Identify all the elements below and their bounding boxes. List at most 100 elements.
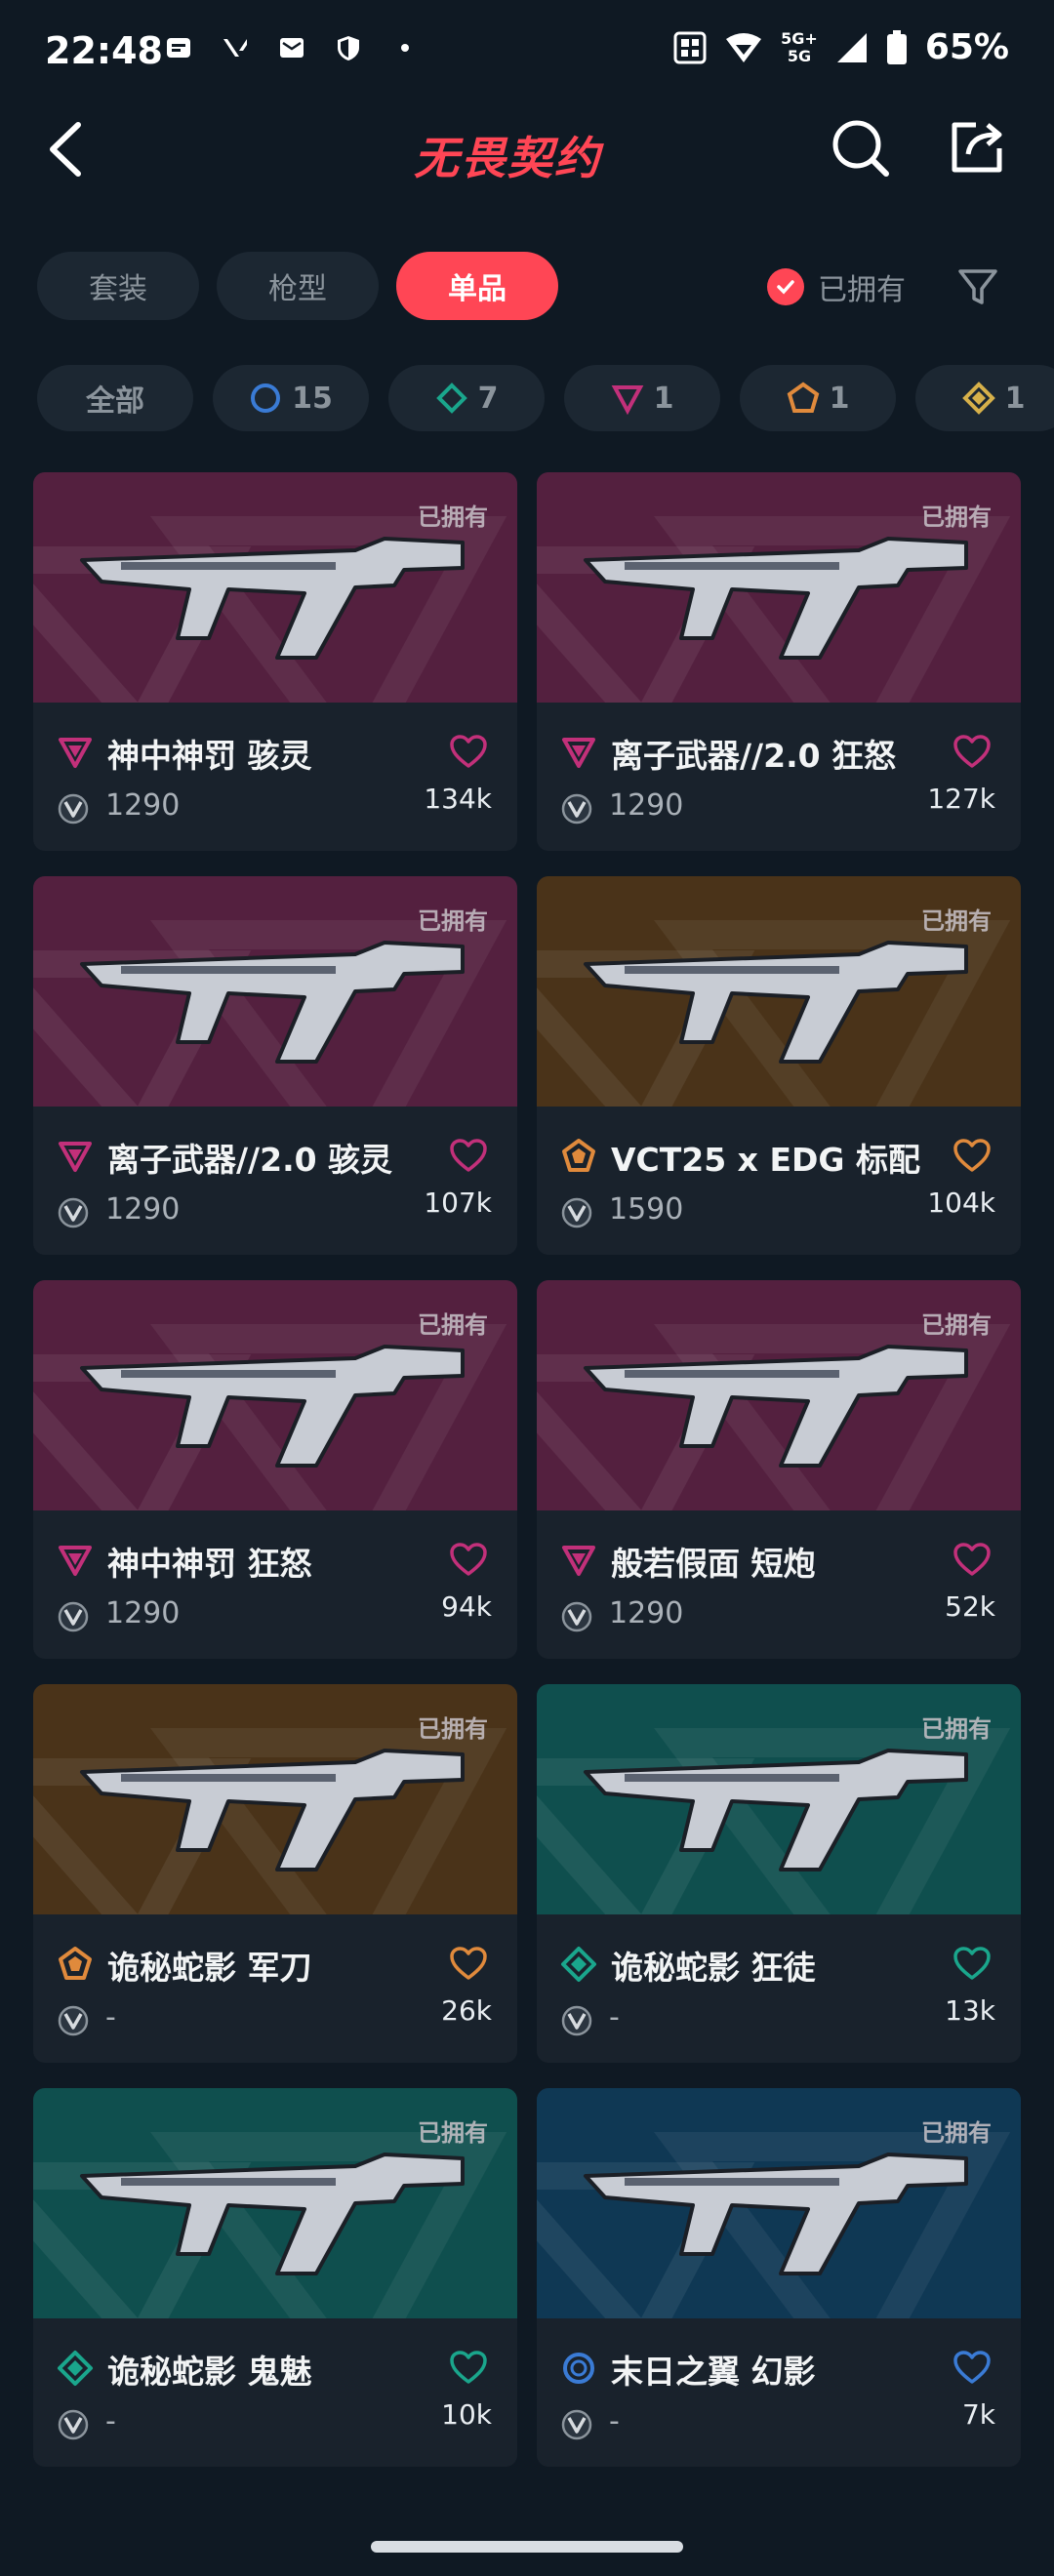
owned-badge: 已拥有 xyxy=(418,1715,488,1743)
skin-name: 般若假面 短炮 xyxy=(611,1545,816,1583)
heart-icon[interactable] xyxy=(449,1542,488,1577)
rarity-icon xyxy=(59,738,92,768)
skin-card[interactable]: 已拥有 神中神罚 狂怒 1290 94k xyxy=(33,1280,517,1659)
rarity-filter-chips: 全部 15 7 1 1 1 xyxy=(37,365,1054,431)
skin-card[interactable]: 已拥有 神中神罚 骇灵 1290 134k xyxy=(33,472,517,851)
heart-icon[interactable] xyxy=(449,1138,488,1173)
skin-name: 神中神罚 骇灵 xyxy=(107,737,312,775)
heart-icon[interactable] xyxy=(953,1138,992,1173)
chip-all[interactable]: 全部 xyxy=(37,365,193,431)
skin-info: 诡秘蛇影 鬼魅 - 10k xyxy=(33,2318,517,2467)
skin-card[interactable]: 已拥有 般若假面 短炮 1290 52k xyxy=(537,1280,1021,1659)
skin-card[interactable]: 已拥有 诡秘蛇影 鬼魅 - 10k xyxy=(33,2088,517,2467)
status-right: 5G+ 5G 65% xyxy=(673,27,1009,67)
skin-image-area: 已拥有 xyxy=(537,876,1021,1107)
heart-icon[interactable] xyxy=(953,2350,992,2385)
like-count: 26k xyxy=(441,1994,492,2027)
skin-card[interactable]: 已拥有 离子武器//2.0 骇灵 1290 107k xyxy=(33,876,517,1255)
skin-name: 神中神罚 狂怒 xyxy=(107,1545,312,1583)
owned-filter-label: 已拥有 xyxy=(818,273,906,307)
chip-deluxe[interactable]: 7 xyxy=(388,365,545,431)
message-icon xyxy=(167,38,190,58)
like-count: 94k xyxy=(441,1590,492,1623)
skin-info: 神中神罚 狂怒 1290 94k xyxy=(33,1510,517,1659)
skin-name: 诡秘蛇影 鬼魅 xyxy=(107,2353,312,2391)
check-icon xyxy=(767,268,804,305)
search-icon[interactable] xyxy=(830,117,892,180)
owned-badge: 已拥有 xyxy=(921,503,992,531)
like-count: 107k xyxy=(424,1187,492,1219)
heart-icon[interactable] xyxy=(449,1946,488,1981)
heart-icon[interactable] xyxy=(953,1542,992,1577)
skin-card[interactable]: 已拥有 末日之翼 幻影 - 7k xyxy=(537,2088,1021,2467)
skin-price: - xyxy=(105,2000,116,2034)
skin-info: 般若假面 短炮 1290 52k xyxy=(537,1510,1021,1659)
owned-badge: 已拥有 xyxy=(921,1715,992,1743)
skin-card[interactable]: 已拥有 VCT25 x EDG 标配 1590 104k xyxy=(537,876,1021,1255)
chip-select[interactable]: 15 xyxy=(213,365,369,431)
skin-card[interactable]: 已拥有 诡秘蛇影 军刀 - 26k xyxy=(33,1684,517,2063)
tab-bundles[interactable]: 套装 xyxy=(37,252,199,320)
heart-icon[interactable] xyxy=(953,1946,992,1981)
heart-icon[interactable] xyxy=(449,2350,488,2385)
skin-name: 诡秘蛇影 军刀 xyxy=(107,1949,312,1987)
skin-name: VCT25 x EDG 标配 xyxy=(611,1141,920,1179)
vp-currency-icon xyxy=(561,1197,592,1228)
skin-info: 离子武器//2.0 狂怒 1290 127k xyxy=(537,703,1021,851)
like-count: 13k xyxy=(945,1994,995,2027)
rarity-icon xyxy=(59,1142,92,1172)
chip-exclusive[interactable]: 1 xyxy=(740,365,896,431)
chip-ultra[interactable]: 1 xyxy=(915,365,1054,431)
exclusive-tier-icon xyxy=(787,382,819,413)
vp-currency-icon xyxy=(561,2005,592,2036)
skin-card[interactable]: 已拥有 诡秘蛇影 狂徒 - 13k xyxy=(537,1684,1021,2063)
chip-premium[interactable]: 1 xyxy=(564,365,720,431)
skin-price: - xyxy=(609,2404,620,2438)
owned-filter-toggle[interactable]: 已拥有 xyxy=(767,265,906,308)
rarity-icon xyxy=(562,1139,595,1172)
heart-icon[interactable] xyxy=(449,734,488,769)
premium-tier-icon xyxy=(611,385,643,415)
tab-weapon-types[interactable]: 枪型 xyxy=(217,252,379,320)
like-count: 7k xyxy=(961,2398,995,2431)
skin-info: 神中神罚 骇灵 1290 134k xyxy=(33,703,517,851)
vp-currency-icon xyxy=(58,793,89,825)
rarity-icon xyxy=(562,1546,595,1576)
filter-icon[interactable] xyxy=(956,265,999,308)
like-count: 104k xyxy=(927,1187,995,1219)
skin-price: 1590 xyxy=(609,1192,684,1227)
skin-name: 离子武器//2.0 骇灵 xyxy=(107,1141,393,1179)
dot-icon xyxy=(401,44,409,52)
like-count: 10k xyxy=(441,2398,492,2431)
like-count: 52k xyxy=(945,1590,995,1623)
skin-image-area: 已拥有 xyxy=(33,472,517,703)
skin-name: 离子武器//2.0 狂怒 xyxy=(611,737,897,775)
tab-single-items[interactable]: 单品 xyxy=(396,252,558,320)
heart-icon[interactable] xyxy=(953,734,992,769)
owned-badge: 已拥有 xyxy=(418,2119,488,2147)
ultra-tier-icon xyxy=(961,382,995,415)
skin-image-area: 已拥有 xyxy=(33,876,517,1107)
wifi-icon xyxy=(726,32,762,62)
home-indicator[interactable] xyxy=(371,2541,683,2553)
skin-price: 1290 xyxy=(609,788,684,823)
valorant-app-icon xyxy=(223,39,247,57)
skin-info: 诡秘蛇影 军刀 - 26k xyxy=(33,1914,517,2063)
skin-image-area: 已拥有 xyxy=(33,1280,517,1510)
like-count: 127k xyxy=(927,783,995,815)
owned-badge: 已拥有 xyxy=(418,907,488,935)
chip-label: 全部 xyxy=(86,384,144,419)
deluxe-tier-icon xyxy=(435,382,467,414)
share-icon[interactable] xyxy=(947,115,1009,178)
owned-badge: 已拥有 xyxy=(418,503,488,531)
chip-label: 1 xyxy=(653,381,674,416)
skin-name: 诡秘蛇影 狂徒 xyxy=(611,1949,816,1987)
owned-badge: 已拥有 xyxy=(921,2119,992,2147)
skin-price: 1290 xyxy=(105,788,181,823)
skin-price: - xyxy=(609,2000,620,2034)
skin-grid: 已拥有 神中神罚 骇灵 1290 134k 已拥有 离子武器//2.0 狂怒 1… xyxy=(33,472,1021,2467)
network-type: 5G+ 5G xyxy=(781,28,818,65)
skin-card[interactable]: 已拥有 离子武器//2.0 狂怒 1290 127k xyxy=(537,472,1021,851)
back-button[interactable] xyxy=(39,115,98,183)
chip-label: 15 xyxy=(292,381,333,416)
